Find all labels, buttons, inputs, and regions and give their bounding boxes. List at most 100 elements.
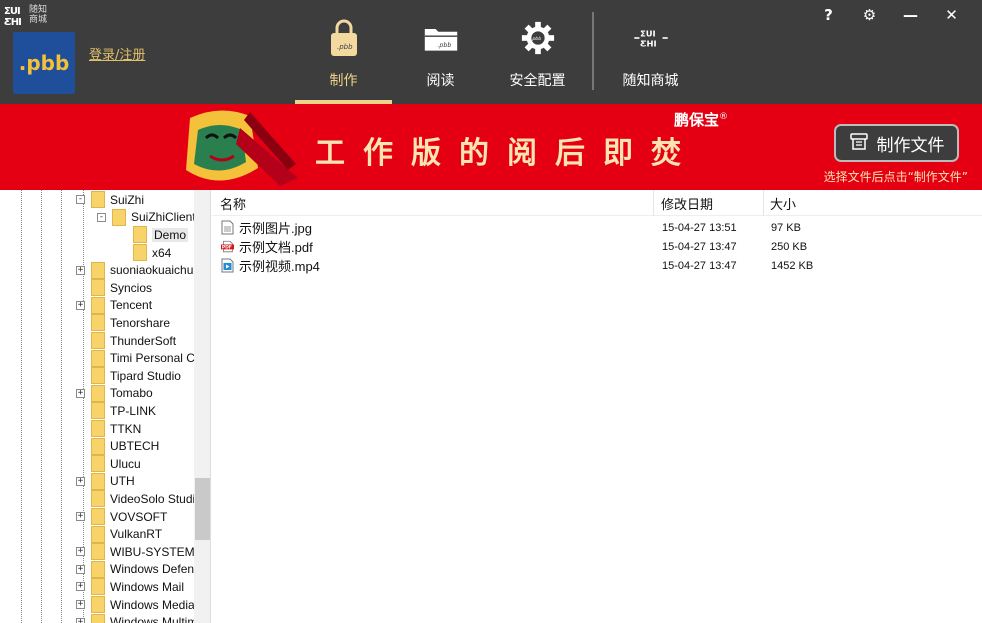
tree-item-label: TTKN [110,421,142,436]
close-button[interactable]: ✕ [931,4,972,26]
tree-item[interactable]: Syncios [76,279,152,297]
tree-item[interactable]: Ulucu [76,455,141,473]
folder-icon [91,261,105,279]
nav-store[interactable]: ƩUI ƸHI 随知商城 [602,0,699,104]
file-size: 1452 KB [771,259,814,272]
tree-item[interactable]: + suoniaokuaichuan [76,261,207,279]
login-register-link[interactable]: 登录/注册 [89,44,145,63]
folder-icon [91,596,105,614]
nav-read[interactable]: .pbb 阅读 [392,0,489,104]
folder-icon [91,296,105,314]
app-header: ƩUI ƸHI 随知商城 .pbb 登录/注册 .pbb 制作 .pbb 阅读 … [0,0,982,104]
tree-item[interactable]: VideoSolo Studio [76,490,202,508]
folder-icon [91,455,105,473]
tree-item[interactable]: VulkanRT [76,525,162,543]
expand-icon[interactable]: + [76,388,85,398]
tree-item[interactable]: - SuiZhi [76,191,144,209]
file-row[interactable]: 示例视频.mp4 15-04-27 13:47 1452 KB [212,256,982,275]
folder-icon [91,472,105,490]
file-name: 示例视频.mp4 [239,259,320,274]
tree-item-label: SuiZhi [110,192,145,207]
tree-item[interactable]: Demo [118,226,189,244]
tree-item[interactable]: Timi Personal Computing [76,349,210,367]
tree-item[interactable]: x64 [118,244,171,262]
suizhi-logo-icon: ƩUI ƸHI [633,18,669,58]
tree-item-label: x64 [152,245,172,260]
banner-brand-name: 鹏保宝 [674,111,720,129]
expand-icon[interactable]: + [76,547,85,557]
banner-hint: 选择文件后点击“制作文件” [823,170,968,184]
nav-security[interactable]: pbb 安全配置 [489,0,586,104]
window-controls: ? ⚙ — ✕ [808,4,972,26]
tree-scrollbar[interactable] [194,190,210,623]
tree-item[interactable]: + WIBU-SYSTEMS [76,543,203,561]
make-file-button[interactable]: 制作文件 [834,124,959,162]
tree-item[interactable]: + Windows Mail [76,578,184,596]
svg-text:ƩUI: ƩUI [4,6,20,17]
folder-icon [133,244,147,262]
tree-item[interactable]: + Windows Defender [76,560,210,579]
tree-item[interactable]: UBTECH [76,437,159,455]
suizhi-logo-icon: ƩUI ƸHI [4,4,26,28]
tree-item[interactable]: + Tencent [76,296,152,315]
tree-item-label: ThunderSoft [110,333,177,348]
folder-icon [91,384,105,402]
file-size: 97 KB [771,221,801,234]
tree-item[interactable]: + Tomabo [76,384,153,403]
help-button[interactable]: ? [808,4,849,26]
expand-icon[interactable]: + [76,476,85,486]
folder-icon [112,208,126,226]
file-row[interactable]: 示例图片.jpg 15-04-27 13:51 97 KB [212,218,982,237]
tree-item[interactable]: Tenorshare [76,314,170,332]
tree-item[interactable]: + VOVSOFT [76,508,167,526]
collapse-icon[interactable]: - [76,195,85,205]
tree-item-label: VOVSOFT [110,509,168,524]
tree-item-label: Windows Mail [110,579,185,594]
folder-icon [91,420,105,438]
folder-icon [91,332,105,350]
folder-icon [91,508,105,526]
tree-item[interactable]: ThunderSoft [76,332,176,350]
collapse-icon[interactable]: - [97,212,106,222]
nav-store-label: 随知商城 [622,73,679,89]
promo-banner: 工作版的阅后即焚 鹏保宝® 制作文件 选择文件后点击“制作文件” [0,104,982,190]
tree-item-label: Ulucu [110,456,141,471]
expand-icon[interactable]: + [76,300,85,310]
tree-item[interactable]: - SuiZhiClient [97,208,196,227]
file-name: 示例文档.pdf [239,240,313,255]
tree-item[interactable]: Tipard Studio [76,367,181,385]
svg-text:ƩUI: ƩUI [640,29,656,39]
column-header-name[interactable]: 名称 [212,190,654,216]
expand-icon[interactable]: + [76,600,85,610]
file-row[interactable]: PDF 示例文档.pdf 15-04-27 13:47 250 KB [212,237,982,256]
nav-security-label: 安全配置 [509,73,566,89]
expand-icon[interactable]: + [76,564,85,574]
tree-scrollbar-thumb[interactable] [195,478,210,540]
column-header-size[interactable]: 大小 [764,190,982,216]
tree-item[interactable]: + UTH [76,472,135,491]
folder-icon [91,314,105,332]
registered-mark: ® [719,112,729,122]
file-date: 15-04-27 13:47 [662,240,737,253]
tree-item[interactable]: +Windows Multimedia Platform [76,613,210,623]
expand-icon[interactable]: + [76,617,85,623]
folder-icon [91,402,105,420]
tree-item[interactable]: TTKN [76,420,141,438]
folder-icon [91,560,105,578]
svg-text:.pbb: .pbb [337,43,353,51]
nav-make[interactable]: .pbb 制作 [295,0,392,104]
folder-icon [91,349,105,367]
tree-item[interactable]: TP-LINK [76,402,156,420]
make-file-label: 制作文件 [876,135,945,156]
opera-mask-illustration [180,108,300,188]
expand-icon[interactable]: + [76,582,85,592]
expand-icon[interactable]: + [76,265,85,275]
column-header-date[interactable]: 修改日期 [654,190,764,216]
settings-button[interactable]: ⚙ [849,4,890,26]
file-list: 名称 修改日期 大小 示例图片.jpg 15-04-27 13:51 97 KB… [212,190,982,623]
folder-tree: - SuiZhi - SuiZhiClient Demo x64 + suoniaokuaic… [0,190,211,623]
minimize-button[interactable]: — [890,4,931,26]
lock-pbb-icon: .pbb [326,18,362,58]
tree-item[interactable]: +Windows Media Player [76,596,210,614]
expand-icon[interactable]: + [76,512,85,522]
